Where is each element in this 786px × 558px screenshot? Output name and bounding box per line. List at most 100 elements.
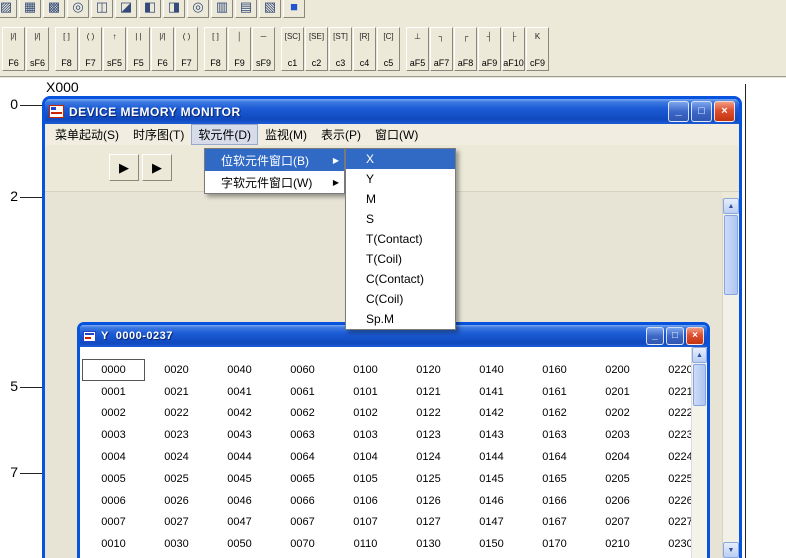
grid-cell[interactable]: 0121	[397, 381, 460, 403]
grid-cell[interactable]: 0205	[586, 468, 649, 490]
menubar-item-3[interactable]: 软元件(D)	[191, 124, 258, 145]
grid-cell[interactable]: 0201	[586, 381, 649, 403]
zoom-icon[interactable]: ◎	[67, 0, 89, 18]
grid-cell[interactable]: 0164	[523, 446, 586, 468]
scrollbar-thumb[interactable]	[693, 364, 706, 406]
menubar-item-4[interactable]: 监视(M)	[258, 124, 314, 145]
ladder-tool-sF5-button[interactable]: ↑sF5	[103, 27, 126, 71]
grid-cell[interactable]: 0044	[208, 446, 271, 468]
grid-cell[interactable]: 0045	[208, 468, 271, 490]
grid-cell[interactable]: 0003	[82, 424, 145, 446]
monitor-play-button-2[interactable]: ▶	[142, 154, 172, 181]
grid-cell[interactable]: 0125	[397, 468, 460, 490]
device-menu-item-1[interactable]: 位软元件窗口(B)▶	[205, 149, 344, 171]
device-test-icon[interactable]: ▧	[259, 0, 281, 18]
grid-cell[interactable]: 0064	[271, 446, 334, 468]
grid-cell[interactable]: 0007	[82, 512, 145, 534]
y-scrollbar[interactable]: ▲	[691, 347, 707, 558]
grid-cell[interactable]: 0161	[523, 381, 586, 403]
grid-cell[interactable]: 0102	[334, 403, 397, 425]
insert-column-icon[interactable]: ◫	[91, 0, 113, 18]
monitor-stop-icon[interactable]: ▤	[235, 0, 257, 18]
ladder-tool-sF6-button[interactable]: |/|sF6	[26, 27, 49, 71]
ladder-tool-sF9-button[interactable]: ─sF9	[252, 27, 275, 71]
grid-cell[interactable]: 0206	[586, 490, 649, 512]
grid-cell[interactable]: 0103	[334, 424, 397, 446]
grid-cell[interactable]: 0122	[397, 403, 460, 425]
ladder-tool-c3-button[interactable]: [ST]c3	[329, 27, 352, 71]
grid-cell[interactable]: 0124	[397, 446, 460, 468]
submenu-item-Y[interactable]: Y	[346, 169, 455, 189]
grid-cell[interactable]: 0025	[145, 468, 208, 490]
grid-cell[interactable]: 0127	[397, 512, 460, 534]
grid-cell[interactable]: 0145	[460, 468, 523, 490]
grid-cell[interactable]: 0024	[145, 446, 208, 468]
grid-cell[interactable]: 0022	[145, 403, 208, 425]
grid-cell[interactable]: 0061	[271, 381, 334, 403]
minimize-icon[interactable]: _	[646, 327, 664, 345]
grid-cell[interactable]: 0204	[586, 446, 649, 468]
ladder-tool-aF8-button[interactable]: ┌aF8	[454, 27, 477, 71]
grid-cell[interactable]: 0065	[271, 468, 334, 490]
ladder-tool-F7-button[interactable]: ( )F7	[79, 27, 102, 71]
grid-cell[interactable]: 0141	[460, 381, 523, 403]
close-icon[interactable]: ×	[714, 101, 735, 122]
grid-cell[interactable]: 0043	[208, 424, 271, 446]
grid-cell[interactable]: 0147	[460, 512, 523, 534]
grid-cell[interactable]: 0041	[208, 381, 271, 403]
grid-cell[interactable]: 0021	[145, 381, 208, 403]
ladder-tool-F6-button[interactable]: |/|F6	[2, 27, 25, 71]
ladder-tool-cF9-button[interactable]: KcF9	[526, 27, 549, 71]
menubar-item-6[interactable]: 窗口(W)	[368, 124, 425, 145]
grid-cell[interactable]: 0130	[397, 533, 460, 555]
grid-cell[interactable]: 0207	[586, 512, 649, 534]
grid-cell[interactable]: 0150	[460, 533, 523, 555]
grid-cell[interactable]: 0000	[82, 359, 145, 381]
grid-cell[interactable]: 0047	[208, 512, 271, 534]
grid-cell[interactable]: 0066	[271, 490, 334, 512]
grid-cell[interactable]: 0062	[271, 403, 334, 425]
ladder-tool-c2-button[interactable]: [SE]c2	[305, 27, 328, 71]
delete-column-icon[interactable]: ◪	[115, 0, 137, 18]
grid-cell[interactable]: 0107	[334, 512, 397, 534]
grid-cell[interactable]: 0165	[523, 468, 586, 490]
grid-cell[interactable]: 0110	[334, 533, 397, 555]
grid-cell[interactable]: 0160	[523, 359, 586, 381]
grid-cell[interactable]: 0070	[271, 533, 334, 555]
entry-table-icon[interactable]: ▩	[43, 0, 65, 18]
grid-cell[interactable]: 0060	[271, 359, 334, 381]
ladder-tool-c5-button[interactable]: [C]c5	[377, 27, 400, 71]
grid-cell[interactable]: 0106	[334, 490, 397, 512]
grid-cell[interactable]: 0046	[208, 490, 271, 512]
ladder-tool-F8-button[interactable]: [ ]F8	[55, 27, 78, 71]
grid-cell[interactable]: 0146	[460, 490, 523, 512]
grid-cell[interactable]: 0002	[82, 403, 145, 425]
ladder-tool-F6-button[interactable]: |/|F6	[151, 27, 174, 71]
ladder-tool-F9-button[interactable]: │F9	[228, 27, 251, 71]
submenu-item-M[interactable]: M	[346, 189, 455, 209]
grid-cell[interactable]: 0026	[145, 490, 208, 512]
grid-cell[interactable]: 0067	[271, 512, 334, 534]
grid-cell[interactable]: 0123	[397, 424, 460, 446]
submenu-item-C(Contact)[interactable]: C(Contact)	[346, 269, 455, 289]
menubar-item-2[interactable]: 时序图(T)	[126, 124, 191, 145]
submenu-item-T(Coil)[interactable]: T(Coil)	[346, 249, 455, 269]
monitor-scrollbar[interactable]: ▲ ▼	[722, 198, 739, 558]
grid-cell[interactable]: 0170	[523, 533, 586, 555]
monitor-play-button-1[interactable]: ▶	[109, 154, 139, 181]
device-menu-item-2[interactable]: 字软元件窗口(W)▶	[205, 171, 344, 193]
grid-cell[interactable]: 0040	[208, 359, 271, 381]
grid-cell[interactable]: 0105	[334, 468, 397, 490]
cascade-windows-icon[interactable]: ◨	[163, 0, 185, 18]
grid-cell[interactable]: 0143	[460, 424, 523, 446]
submenu-item-S[interactable]: S	[346, 209, 455, 229]
monitor-start-icon[interactable]: ▥	[211, 0, 233, 18]
submenu-item-Sp.M[interactable]: Sp.M	[346, 309, 455, 329]
grid-cell[interactable]: 0042	[208, 403, 271, 425]
grid-cell[interactable]: 0020	[145, 359, 208, 381]
grid-cell[interactable]: 0010	[82, 533, 145, 555]
grid-cell[interactable]: 0163	[523, 424, 586, 446]
project-icon[interactable]: ▨	[0, 0, 17, 18]
grid-cell[interactable]: 0210	[586, 533, 649, 555]
grid-cell[interactable]: 0005	[82, 468, 145, 490]
